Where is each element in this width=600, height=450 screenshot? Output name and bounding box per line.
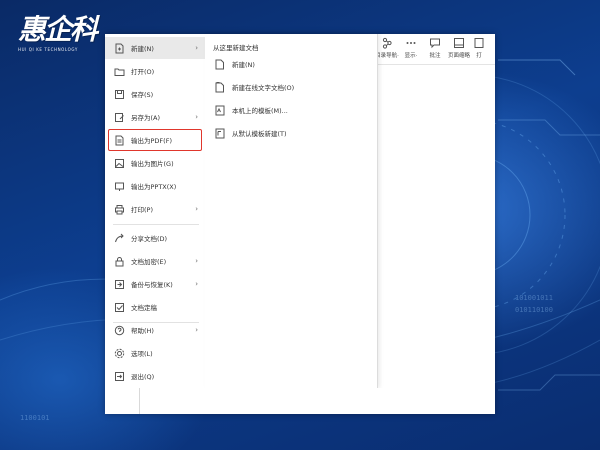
svg-text:1100101: 1100101: [20, 414, 50, 422]
options-gear-icon: [114, 348, 125, 358]
chevron-right-icon: ›: [195, 280, 198, 288]
document-margin-line: [139, 388, 140, 414]
share-icon: [115, 233, 124, 242]
menu-label-open: 打开(O): [131, 68, 155, 76]
wps-writer-window: 目录导航· 显示· 批注 页面缩略 打 新建(N) › 打开(O) 保存(S) …: [105, 34, 495, 414]
menu-label-save-as: 另存为(A): [131, 114, 161, 122]
chevron-right-icon: ›: [195, 205, 198, 213]
export-image-icon: [115, 158, 124, 168]
ribbon-print-label: 打: [476, 53, 482, 59]
local-template-icon: [215, 105, 225, 115]
ribbon-navigation-label: 目录导航·: [375, 53, 399, 59]
document-area-bottom: [105, 388, 495, 414]
svg-text:010110100: 010110100: [515, 306, 553, 314]
help-icon: [114, 325, 125, 335]
open-folder-icon: [114, 68, 125, 76]
finalize-icon: [115, 302, 124, 312]
chevron-right-icon: ›: [195, 113, 198, 121]
menu-label-backup: 备份与恢复(K): [131, 281, 173, 289]
export-pdf-icon: [115, 135, 124, 145]
menu-label-save: 保存(S): [131, 91, 154, 99]
save-icon: [115, 89, 124, 99]
menu-label-export-pdf: 输出为PDF(F): [131, 137, 172, 145]
display-icon: [406, 42, 416, 44]
backup-icon: [115, 279, 124, 289]
menu-item-save-as[interactable]: 另存为(A) ›: [105, 106, 205, 128]
exit-icon: [115, 371, 124, 381]
blank-doc-icon: [215, 59, 224, 69]
submenu-item-new-blank[interactable]: 新建(N): [215, 56, 365, 72]
navigation-icon: [382, 37, 392, 49]
svg-text:101001011: 101001011: [515, 294, 553, 302]
menu-label-exit: 退出(Q): [131, 373, 155, 381]
menu-item-options[interactable]: 选项(L): [105, 342, 205, 364]
menu-label-encrypt: 文档加密(E): [131, 258, 167, 266]
submenu-label-default-template: 从默认模板新建(T): [232, 130, 287, 138]
export-pptx-icon: [115, 182, 124, 191]
menu-item-finalize[interactable]: 文档定稿: [105, 296, 205, 318]
submenu-item-new-online[interactable]: 新建在线文字文档(O): [215, 79, 365, 95]
menu-label-finalize: 文档定稿: [131, 304, 157, 312]
encrypt-icon: [115, 256, 124, 266]
menu-item-export-pdf[interactable]: 输出为PDF(F): [108, 129, 202, 151]
submenu-item-default-template[interactable]: 从默认模板新建(T): [215, 125, 365, 141]
menu-label-share: 分享文档(D): [131, 235, 168, 243]
print-icon: [115, 204, 124, 214]
submenu-item-local-template[interactable]: 本机上的模板(M)...: [215, 102, 365, 118]
ribbon-display-button[interactable]: 显示·: [399, 34, 423, 64]
new-doc-icon: [115, 43, 124, 53]
menu-item-export-pptx[interactable]: 输出为PPTX(X): [105, 175, 205, 197]
menu-item-backup[interactable]: 备份与恢复(K) ›: [105, 273, 205, 295]
submenu-label-local-template: 本机上的模板(M)...: [232, 107, 288, 115]
menu-divider: [113, 224, 199, 225]
ribbon-comment-label: 批注: [429, 53, 441, 59]
submenu-title: 从这里新建文档: [213, 44, 259, 52]
ribbon-comment-button[interactable]: 批注: [423, 34, 447, 64]
menu-item-share[interactable]: 分享文档(D): [105, 227, 205, 249]
menu-label-help: 帮助(H): [131, 327, 154, 335]
menu-item-export-image[interactable]: 输出为图片(G): [105, 152, 205, 174]
ribbon-navigation-button[interactable]: 目录导航·: [375, 34, 399, 64]
chevron-right-icon: ›: [195, 44, 198, 52]
ribbon-print-button[interactable]: 打: [471, 34, 487, 64]
menu-item-help[interactable]: 帮助(H) ›: [105, 319, 205, 341]
menu-item-open[interactable]: 打开(O): [105, 60, 205, 82]
chevron-right-icon: ›: [195, 257, 198, 265]
view-ribbon: 目录导航· 显示· 批注 页面缩略 打: [375, 34, 495, 65]
default-template-icon: [215, 128, 225, 138]
menu-label-export-image: 输出为图片(G): [131, 160, 174, 168]
save-as-icon: [115, 112, 124, 122]
submenu-label-new-blank: 新建(N): [232, 61, 255, 69]
menu-item-save[interactable]: 保存(S): [105, 83, 205, 105]
menu-label-options: 选项(L): [131, 350, 153, 358]
chevron-right-icon: ›: [195, 326, 198, 334]
file-menu: 新建(N) › 打开(O) 保存(S) 另存为(A) › 输出为PDF(F) 输…: [105, 34, 206, 388]
menu-item-new[interactable]: 新建(N) ›: [105, 37, 205, 59]
new-submenu: 从这里新建文档 新建(N) 新建在线文字文档(O) 本机上的模板(M)... 从…: [205, 34, 378, 388]
menu-label-new: 新建(N): [131, 45, 154, 53]
ribbon-thumbnail-label: 页面缩略: [447, 53, 470, 59]
comment-icon: [430, 38, 440, 49]
menu-label-export-pptx: 输出为PPTX(X): [131, 183, 177, 191]
menu-item-encrypt[interactable]: 文档加密(E) ›: [105, 250, 205, 272]
thumbnail-icon: [454, 38, 464, 48]
menu-item-exit[interactable]: 退出(Q): [105, 365, 205, 387]
ribbon-display-label: 显示·: [404, 53, 418, 59]
menu-item-print[interactable]: 打印(P) ›: [105, 198, 205, 220]
print-icon: [474, 38, 484, 48]
online-doc-icon: [215, 81, 224, 92]
ribbon-thumbnail-button[interactable]: 页面缩略: [447, 34, 471, 64]
menu-label-print: 打印(P): [131, 206, 153, 214]
submenu-label-new-online: 新建在线文字文档(O): [232, 84, 295, 92]
